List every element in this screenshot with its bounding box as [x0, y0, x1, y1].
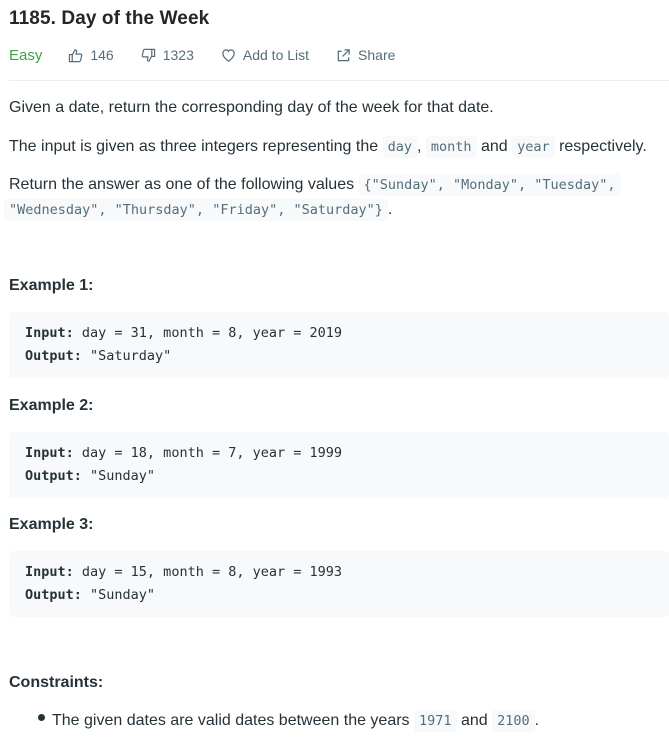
p3-suffix: . [387, 201, 393, 218]
description-paragraph-2: The input is given as three integers rep… [9, 135, 647, 159]
code-values-line1: {"Sunday", "Monday", "Tuesday", [358, 174, 621, 196]
code-year: year [512, 136, 555, 158]
example-1-output: Output: "Saturday" [25, 348, 171, 364]
example-1-heading: Example 1: [9, 277, 94, 294]
p2-and: and [480, 138, 508, 155]
heart-icon [222, 48, 235, 62]
example-2-heading: Example 2: [9, 397, 94, 414]
input-value: day = 31, month = 8, year = 2019 [73, 325, 342, 341]
example-2-input: Input: day = 18, month = 7, year = 1999 [25, 445, 342, 461]
problem-meta-bar: Easy 146 1323 Add to List Share [9, 45, 422, 65]
constraint-item: The given dates are valid dates between … [52, 709, 539, 733]
input-label: Input: [25, 325, 74, 341]
example-3-input: Input: day = 15, month = 8, year = 1993 [25, 564, 342, 580]
p2-sep: , [416, 138, 422, 155]
example-3-block: Input: day = 15, month = 8, year = 1993 … [9, 551, 669, 617]
add-to-list-button[interactable]: Add to List [221, 47, 309, 63]
example-2-block: Input: day = 18, month = 7, year = 1999 … [9, 432, 669, 498]
description-paragraph-3: Return the answer as one of the followin… [9, 173, 621, 197]
like-count: 146 [90, 47, 114, 63]
problem-title: 1185. Day of the Week [9, 8, 210, 29]
difficulty-label: Easy [9, 46, 43, 64]
code-values-line2: "Wednesday", "Thursday", "Friday", "Satu… [4, 199, 388, 221]
thumbs-down-icon [141, 48, 155, 62]
input-label: Input: [25, 445, 74, 461]
example-2-output: Output: "Sunday" [25, 468, 155, 484]
constraints-heading: Constraints: [9, 674, 104, 691]
example-1-input: Input: day = 31, month = 8, year = 2019 [25, 325, 342, 341]
code-1971: 1971 [414, 710, 457, 732]
output-label: Output: [25, 468, 82, 484]
input-value: day = 18, month = 7, year = 1999 [73, 445, 342, 461]
output-value: "Sunday" [81, 468, 156, 484]
output-value: "Saturday" [81, 348, 172, 364]
share-button[interactable]: Share [336, 47, 395, 63]
dislike-button[interactable]: 1323 [141, 47, 194, 63]
input-value: day = 15, month = 8, year = 1993 [73, 564, 342, 580]
description-paragraph-3-cont: "Wednesday", "Thursday", "Friday", "Satu… [4, 198, 393, 222]
add-to-list-label: Add to List [242, 47, 310, 63]
code-day: day [382, 136, 417, 158]
thumbs-up-icon [69, 48, 83, 62]
constraint-and: and [460, 712, 488, 729]
list-bullet [38, 714, 45, 721]
output-label: Output: [25, 348, 82, 364]
share-label: Share [358, 47, 396, 63]
example-3-heading: Example 3: [9, 516, 94, 533]
input-label: Input: [25, 564, 74, 580]
constraint-text: The given dates are valid dates between … [52, 712, 410, 729]
header-divider [9, 80, 669, 81]
example-1-block: Input: day = 31, month = 8, year = 2019 … [9, 312, 669, 378]
p2-suffix: respectively. [559, 138, 647, 155]
constraint-suffix: . [534, 712, 540, 729]
output-label: Output: [25, 587, 82, 603]
share-icon [337, 48, 350, 61]
p3-text: Return the answer as one of the followin… [9, 176, 355, 193]
dislike-count: 1323 [162, 47, 194, 63]
p2-text: The input is given as three integers rep… [9, 138, 379, 155]
example-3-output: Output: "Sunday" [25, 587, 155, 603]
like-button[interactable]: 146 [68, 47, 114, 63]
output-value: "Sunday" [81, 587, 156, 603]
code-month: month [425, 136, 477, 158]
code-2100: 2100 [492, 710, 535, 732]
description-paragraph-1: Given a date, return the corresponding d… [9, 99, 494, 116]
